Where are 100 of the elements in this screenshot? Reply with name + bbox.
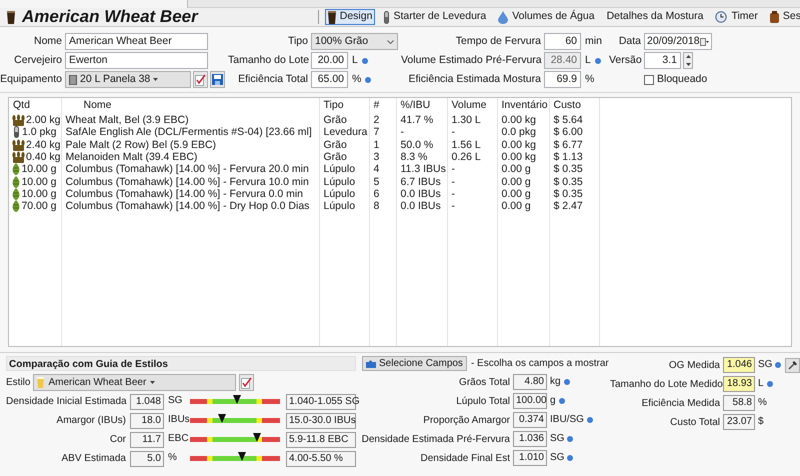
field-label: Tamanho do Lote Medido <box>610 378 720 392</box>
hop-cone-icon <box>12 176 20 188</box>
save-button[interactable] <box>210 71 225 88</box>
arrow-down-icon[interactable] <box>686 62 690 66</box>
table-cell: 7 <box>374 126 380 138</box>
unit-label: IBUs <box>168 413 188 427</box>
column-header[interactable]: Custo <box>554 99 581 112</box>
value-field[interactable]: 1.046 <box>723 357 755 373</box>
recipe-title: American Wheat Beer <box>22 8 198 26</box>
table-cell: 3 <box>374 151 380 164</box>
value-field: 1.010 <box>513 450 547 466</box>
unit-label: L <box>585 52 591 68</box>
spinner-control[interactable] <box>683 52 693 69</box>
locked-checkbox[interactable]: Bloqueado <box>644 72 724 88</box>
eyedropper-button[interactable] <box>785 358 800 372</box>
table-cell: $ 0.35 <box>554 176 583 188</box>
number-field[interactable]: 65.00 <box>311 71 348 88</box>
style-dropdown[interactable]: American Wheat Beer <box>33 374 236 391</box>
value-field: 11.7 <box>130 432 164 448</box>
value-field[interactable]: 18.93 <box>723 376 755 392</box>
column-header[interactable]: # <box>374 99 380 112</box>
value-field[interactable]: 58.8 <box>723 395 755 411</box>
table-cell: $ 6.00 <box>554 126 583 138</box>
table-cell: - <box>452 176 455 188</box>
field-label: Densidade Final Est <box>420 452 510 466</box>
table-cell: - <box>452 126 455 138</box>
range-field: 15.0-30.0 IBUs <box>286 412 356 428</box>
value-field: 18.0 <box>130 412 164 428</box>
chevron-down-icon <box>387 40 394 44</box>
table-cell: $ 6.77 <box>554 138 583 151</box>
value-field: 1.048 <box>130 394 164 410</box>
number-field[interactable]: 69.9 <box>544 71 581 88</box>
unit-label: % <box>168 451 178 465</box>
date-field[interactable]: 20/09/2018 <box>644 33 712 50</box>
table-cell: 2 <box>374 114 380 126</box>
vial-icon <box>384 10 390 24</box>
table-cell: $ 1.13 <box>554 151 583 164</box>
table-cell: 0.00 kg <box>502 114 536 126</box>
value-field: 0.374 <box>513 412 547 428</box>
column-header[interactable]: Volume <box>452 99 487 112</box>
table-cell: 0.00 kg <box>502 138 536 151</box>
number-field[interactable]: 20.00 <box>311 52 348 69</box>
checklist-button[interactable] <box>239 374 254 391</box>
calendar-icon <box>700 38 709 46</box>
toolbar-button[interactable]: Starter de Levedura <box>381 9 490 25</box>
toolbar-button[interactable]: Volumes de Água <box>495 9 598 25</box>
text-field[interactable]: American Wheat Beer <box>65 33 208 50</box>
table-cell: 5 <box>374 176 380 188</box>
table-cell: 50.0 % <box>400 138 434 151</box>
column-header[interactable]: Qtd <box>13 99 30 112</box>
table-cell: 10.00 g <box>21 176 56 188</box>
table-cell: 1 <box>374 138 380 151</box>
unit-label: kg <box>550 375 561 389</box>
table-cell: SafAle English Ale (DCL/Fermentis #S-04) [23.66 ml] <box>66 126 312 138</box>
table-cell: Grão <box>324 151 347 164</box>
field-label: Custo Total <box>669 416 720 430</box>
hop-cone-icon <box>12 163 20 176</box>
table-cell: 2.00 kg <box>26 114 60 126</box>
column-header[interactable]: Inventário <box>502 99 548 112</box>
text-field[interactable]: Ewerton <box>65 52 208 69</box>
table-cell: 8 <box>374 200 380 212</box>
toolbar-button[interactable]: Detalhes da Mostura <box>604 9 706 25</box>
field-label: Versão <box>609 52 641 68</box>
table-cell: 0.0 IBUs <box>400 188 441 200</box>
value-field[interactable]: 23.07 <box>723 414 755 430</box>
select-fields-button[interactable]: Selecione Campos <box>362 356 467 371</box>
clock-icon <box>715 11 728 23</box>
table-cell: 6 <box>374 188 380 200</box>
field-label: Nome <box>32 34 62 49</box>
table-cell: Columbus (Tomahawk) [14.00 %] - Fervura 20.0 min <box>66 163 309 176</box>
hop-cone-icon <box>12 200 20 212</box>
table-cell: $ 0.35 <box>554 163 583 176</box>
equipment-dropdown[interactable]: 20 L Panela 38 <box>65 71 192 88</box>
field-label: Data <box>618 34 641 49</box>
table-cell: Wheat Malt, Bel (3.9 EBC) <box>66 114 189 126</box>
field-label: Densidade Estimada Pré-Fervura <box>360 432 510 446</box>
beer-glass-icon <box>328 10 336 24</box>
table-cell: - <box>452 200 455 212</box>
table-cell: 0.00 g <box>502 163 531 176</box>
table-cell: 0.00 g <box>502 176 531 188</box>
column-header[interactable]: %/IBU <box>400 99 430 112</box>
section-header: Comparação com Guia de Estilos <box>6 356 356 371</box>
type-dropdown[interactable]: 100% Grão <box>311 33 398 50</box>
eyedropper-icon <box>788 360 798 370</box>
column-header[interactable]: Tipo <box>324 99 344 112</box>
table-cell: 2.40 kg <box>26 138 60 151</box>
table-cell: 1.56 L <box>452 138 481 151</box>
column-header[interactable]: Nome <box>84 99 112 112</box>
beer-glass-icon <box>37 377 44 388</box>
number-field[interactable]: 3.1 <box>644 52 681 69</box>
table-cell: 10.00 g <box>21 163 56 176</box>
table-cell: $ 2.47 <box>554 200 583 212</box>
checklist-button[interactable] <box>193 71 208 88</box>
range-field: 4.00-5.50 % <box>286 450 356 466</box>
toolbar-button[interactable]: Design <box>324 9 376 25</box>
number-field[interactable]: 60 <box>544 33 581 50</box>
toolbar-button[interactable]: Timer <box>712 9 761 25</box>
field-label: Densidade Inicial Estimada <box>6 395 126 409</box>
arrow-up-icon[interactable] <box>686 55 690 58</box>
unit-label: SG <box>550 451 564 465</box>
